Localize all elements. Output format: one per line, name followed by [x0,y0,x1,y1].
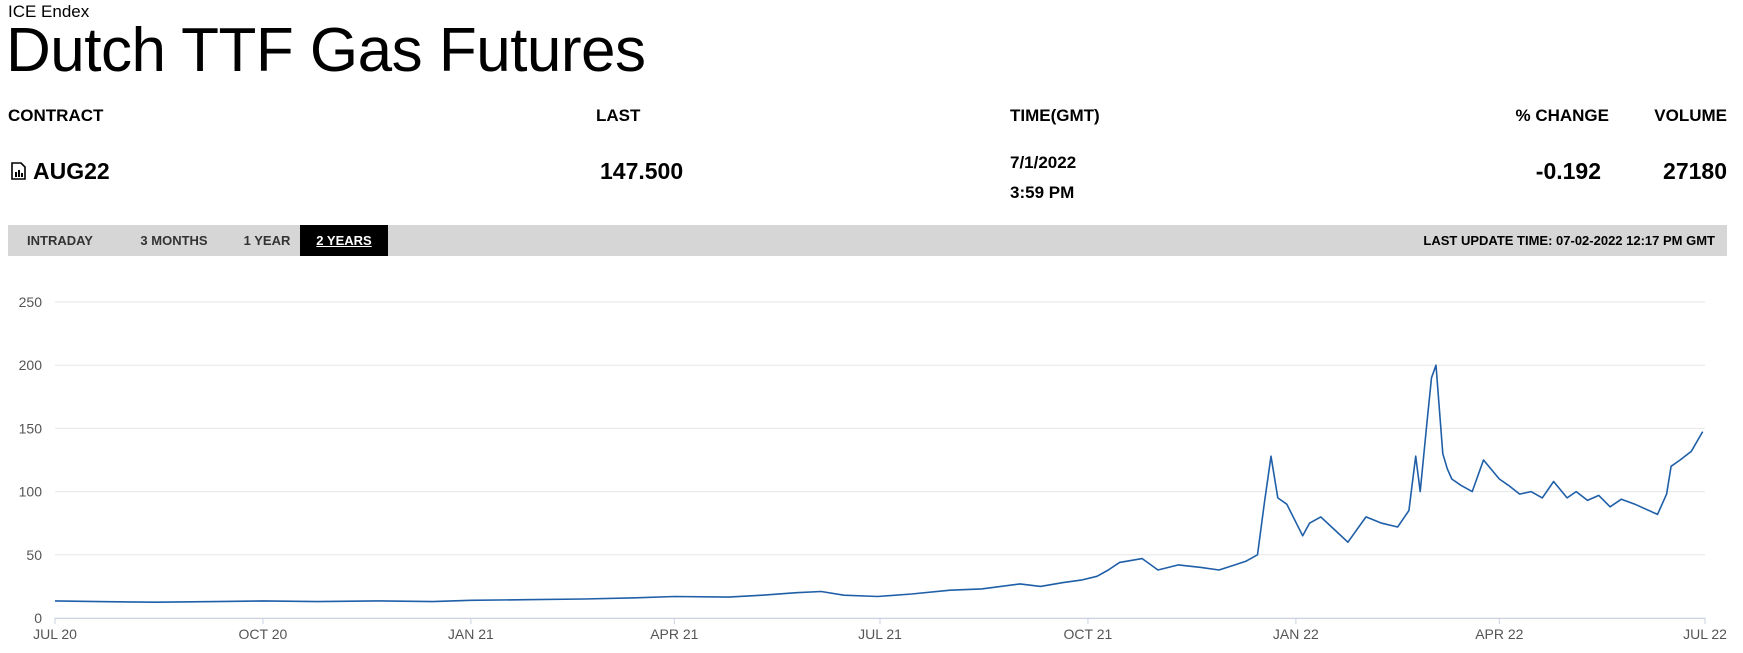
volume-value: 27180 [1663,158,1727,184]
x-tick-label: OCT 20 [239,626,288,642]
time-value: 3:59 PM [1010,183,1075,202]
column-header-time: TIME(GMT) [1010,106,1100,125]
range-toolbar: INTRADAY 3 MONTHS 1 YEAR 2 YEARS LAST UP… [8,225,1727,256]
tab-2-years[interactable]: 2 YEARS [300,225,388,256]
x-tick-label: APR 21 [650,626,698,642]
page-title: Dutch TTF Gas Futures [6,16,646,85]
date-value: 7/1/2022 [1010,153,1077,172]
y-tick-label: 50 [26,547,42,563]
price-series-line [54,364,1704,604]
tab-intraday[interactable]: INTRADAY [8,225,112,256]
last-update-time: LAST UPDATE TIME: 07-02-2022 12:17 PM GM… [1423,233,1715,248]
y-tick-label: 150 [19,420,43,436]
x-tick-label: OCT 21 [1064,626,1113,642]
y-tick-label: 0 [34,610,42,626]
contract-cell[interactable]: AUG22 [10,158,110,184]
price-chart: 0 50 100 150 200 250 JUL 20 OCT 20 JAN 21 APR 21 J… [19,294,1727,642]
x-tick-label: JAN 22 [1273,626,1319,642]
column-header-contract: CONTRACT [8,106,104,125]
column-header-volume: VOLUME [1654,106,1727,125]
x-tick-label: JAN 21 [448,626,494,642]
column-header-last: LAST [596,106,641,125]
x-tick-label: APR 22 [1475,626,1523,642]
tab-1-year[interactable]: 1 YEAR [232,225,302,256]
x-tick-label: JUL 22 [1683,626,1727,642]
y-tick-label: 250 [19,294,43,310]
change-value: -0.192 [1535,158,1601,184]
report-icon [11,162,26,180]
contract-value: AUG22 [33,158,110,184]
tab-3-months[interactable]: 3 MONTHS [118,225,230,256]
x-tick-label: JUL 20 [33,626,77,642]
last-value: 147.500 [600,158,684,184]
y-tick-label: 200 [19,357,43,373]
y-tick-label: 100 [19,484,43,500]
column-header-change: % CHANGE [1515,106,1609,125]
x-tick-label: JUL 21 [858,626,902,642]
